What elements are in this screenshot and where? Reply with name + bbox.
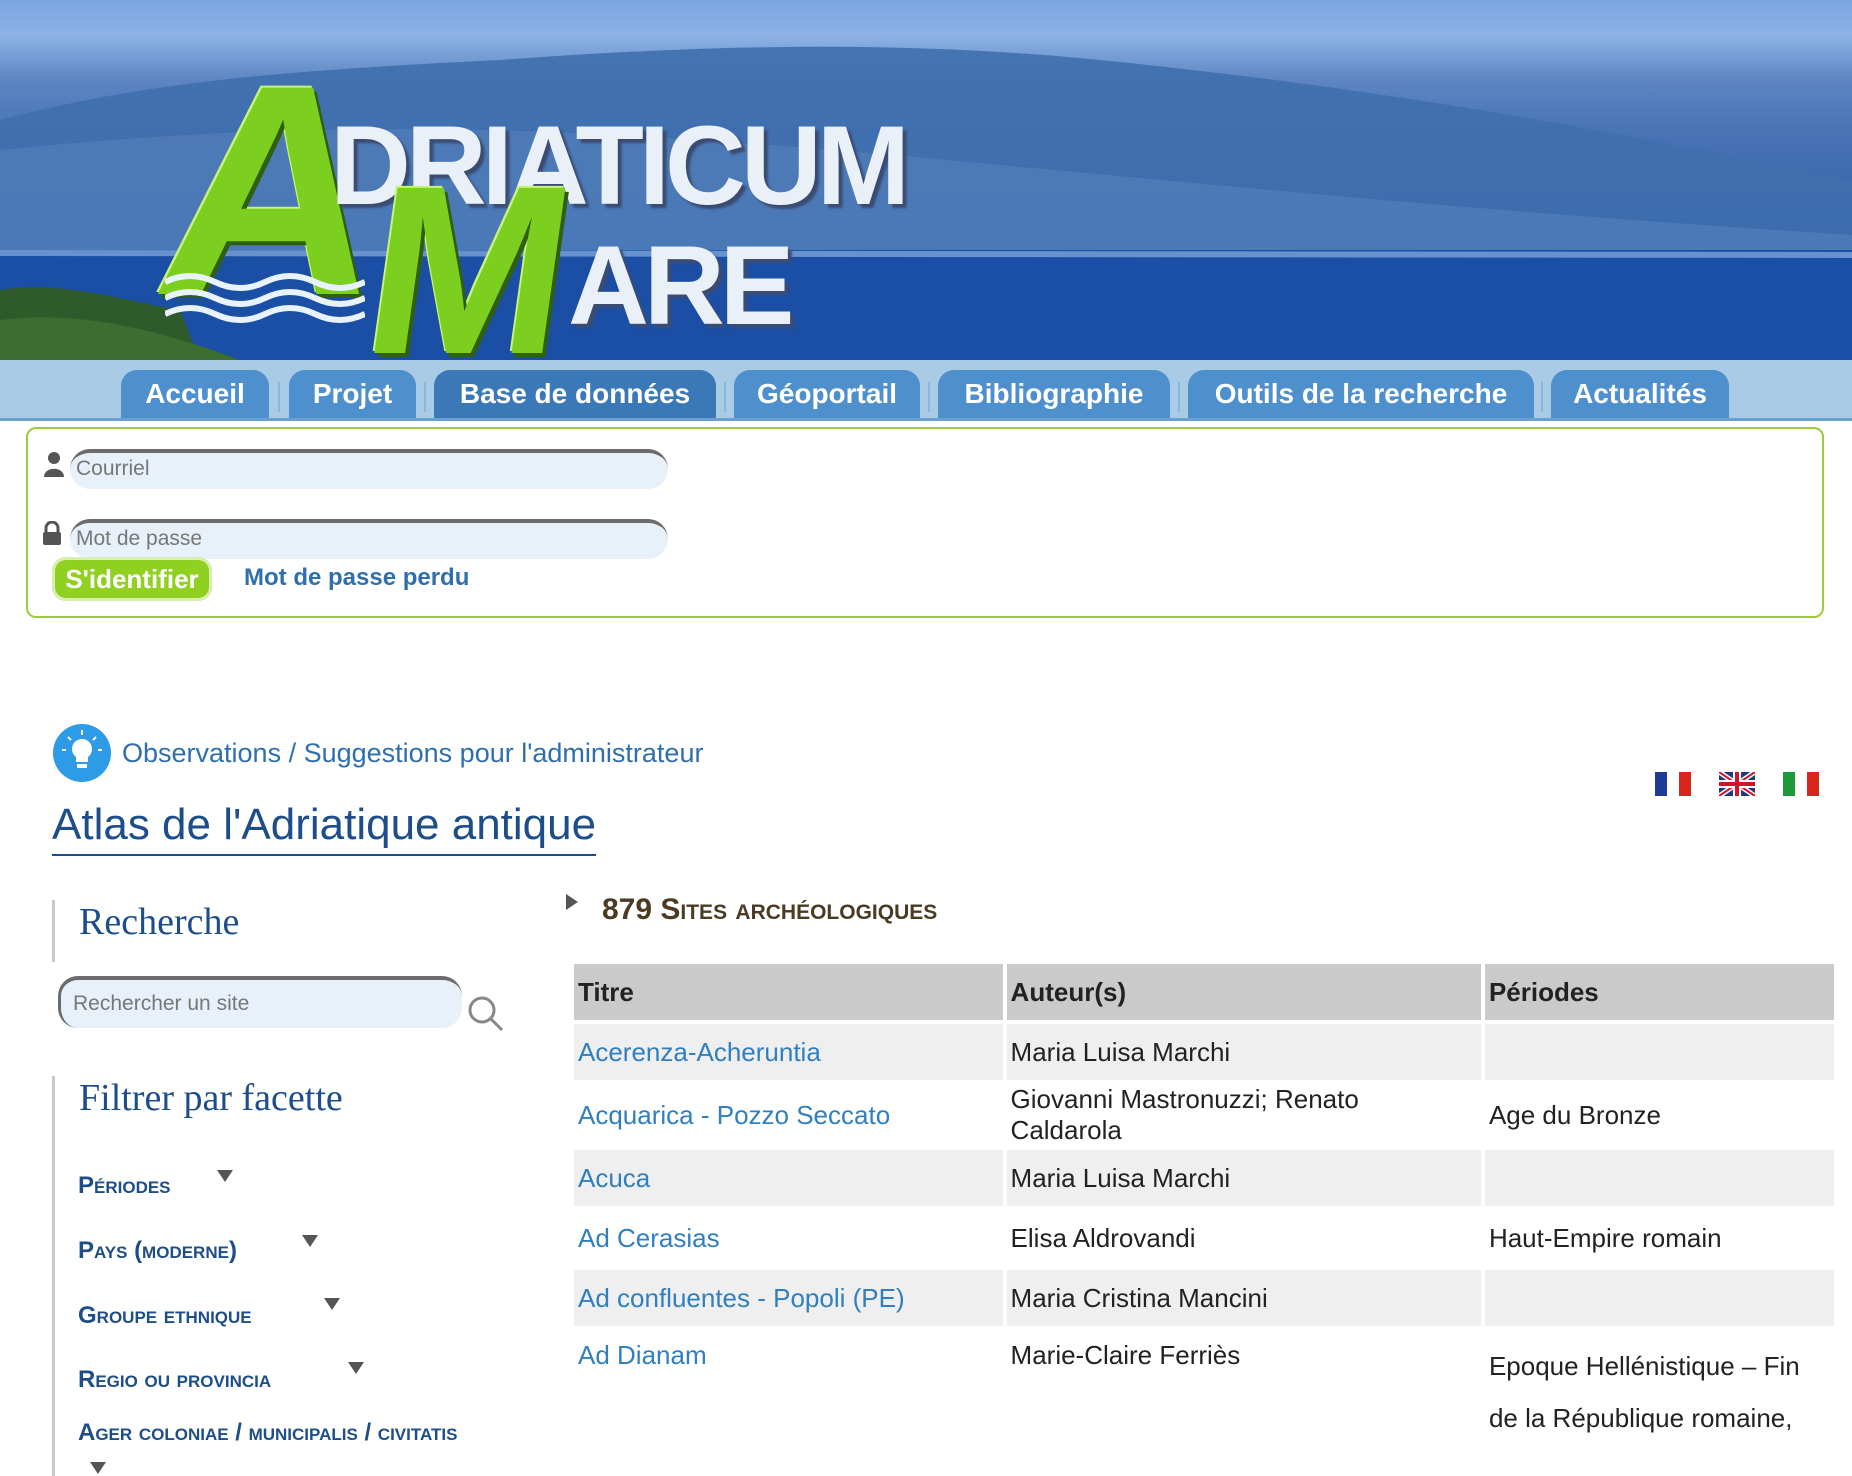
nav-tab-outils-recherche[interactable]: Outils de la recherche [1188, 370, 1534, 418]
facet-periodes[interactable]: Périodes [78, 1172, 171, 1200]
table-header-row: Titre Auteur(s) Périodes [574, 964, 1834, 1020]
caret-down-icon[interactable] [217, 1170, 233, 1182]
site-banner: A DRIATICUM M ARE [0, 0, 1852, 360]
site-title-link[interactable]: Ad confluentes - Popoli (PE) [574, 1270, 1003, 1326]
facet-block: Filtrer par facette [52, 1076, 343, 1476]
lock-icon [43, 521, 61, 545]
facet-ager[interactable]: Ager coloniae / municipalis / civitatis [78, 1419, 457, 1447]
nav-tab-geoportail[interactable]: Géoportail [734, 370, 920, 418]
facet-heading: Filtrer par facette [79, 1077, 343, 1119]
table-row: Ad Dianam Marie-Claire Ferriès Epoque He… [574, 1330, 1834, 1444]
site-search-input[interactable]: Rechercher un site [58, 976, 462, 1028]
facet-pays[interactable]: Pays (moderne) [78, 1237, 237, 1265]
nav-tab-bibliographie[interactable]: Bibliographie [938, 370, 1170, 418]
site-periods [1484, 1150, 1834, 1206]
nav-separator [724, 382, 726, 412]
site-periods [1484, 1270, 1834, 1326]
caret-down-icon[interactable] [348, 1362, 364, 1374]
site-author: Maria Luisa Marchi [1006, 1150, 1481, 1206]
nav-separator [928, 382, 930, 412]
feedback-link[interactable]: Observations / Suggestions pour l'admini… [122, 738, 703, 769]
column-header-periodes[interactable]: Périodes [1484, 964, 1834, 1020]
site-periods: Haut-Empire romain [1488, 1222, 1722, 1253]
facet-groupe-ethnique[interactable]: Groupe ethnique [78, 1302, 252, 1330]
site-periods: Age du Bronze [1488, 1099, 1661, 1130]
logo-letter-m: M [351, 136, 589, 360]
site-author: Giovanni Mastronuzzi; Renato Caldarola [1010, 1084, 1359, 1145]
logo-waves-icon [165, 273, 365, 323]
nav-separator [1178, 382, 1180, 412]
caret-down-icon[interactable] [90, 1462, 106, 1474]
nav-tab-base-de-donnees[interactable]: Base de données [434, 370, 716, 418]
site-author: Marie-Claire Ferriès [1010, 1340, 1241, 1370]
site-periods [1484, 1024, 1834, 1080]
results-table: Titre Auteur(s) Périodes Acerenza-Acheru… [570, 960, 1838, 1448]
results-count-heading: 879 Sites archéologiques [602, 893, 938, 926]
email-field[interactable]: Courriel [70, 449, 668, 489]
caret-down-icon[interactable] [324, 1298, 340, 1310]
nav-separator [278, 382, 280, 412]
main-nav: Accueil Projet Base de données Géoportai… [0, 360, 1852, 421]
it-flag-icon[interactable] [1783, 772, 1819, 796]
site-periods: Epoque Hellénistique – Fin de la Républi… [1488, 1351, 1800, 1433]
search-heading: Recherche [79, 901, 240, 943]
table-row: Ad Cerasias Elisa Aldrovandi Haut-Empire… [574, 1210, 1834, 1266]
login-box: Courriel Mot de passe S'identifier Mot d… [26, 427, 1824, 618]
site-title-link[interactable]: Acquarica - Pozzo Seccato [574, 1084, 1003, 1146]
site-title-link[interactable]: Acerenza-Acheruntia [574, 1024, 1003, 1080]
caret-down-icon[interactable] [302, 1235, 318, 1247]
nav-tab-actualites[interactable]: Actualités [1551, 370, 1729, 418]
logo-text-are: ARE [568, 223, 794, 348]
nav-tab-projet[interactable]: Projet [289, 370, 416, 418]
table-row: Acquarica - Pozzo Seccato Giovanni Mastr… [574, 1084, 1834, 1146]
signin-button[interactable]: S'identifier [52, 557, 212, 601]
nav-separator [424, 382, 426, 412]
site-title-link[interactable]: Ad Dianam [574, 1330, 1003, 1444]
site-author: Maria Luisa Marchi [1006, 1024, 1481, 1080]
uk-flag-icon[interactable] [1719, 772, 1755, 796]
table-row: Ad confluentes - Popoli (PE) Maria Crist… [574, 1270, 1834, 1326]
site-title-link[interactable]: Ad Cerasias [574, 1210, 1003, 1266]
fr-flag-icon[interactable] [1655, 772, 1691, 796]
nav-tab-accueil[interactable]: Accueil [121, 370, 269, 418]
site-title-link[interactable]: Acuca [574, 1150, 1003, 1206]
facet-regio-provincia[interactable]: Regio ou provincia [78, 1366, 271, 1394]
user-icon [44, 452, 64, 477]
password-field[interactable]: Mot de passe [70, 519, 668, 559]
nav-separator [1541, 382, 1543, 412]
lost-password-link[interactable]: Mot de passe perdu [244, 564, 469, 592]
feedback-link-row[interactable]: Observations / Suggestions pour l'admini… [52, 723, 703, 783]
site-author: Elisa Aldrovandi [1010, 1222, 1196, 1253]
collapse-triangle-icon[interactable] [566, 894, 578, 910]
column-header-auteurs[interactable]: Auteur(s) [1006, 964, 1481, 1020]
site-author: Maria Cristina Mancini [1006, 1270, 1481, 1326]
table-row: Acerenza-Acheruntia Maria Luisa Marchi [574, 1024, 1834, 1080]
search-icon[interactable] [466, 994, 506, 1034]
lightbulb-icon [53, 724, 111, 782]
table-row: Acuca Maria Luisa Marchi [574, 1150, 1834, 1206]
column-header-titre[interactable]: Titre [574, 964, 1003, 1020]
page-title: Atlas de l'Adriatique antique [52, 800, 597, 856]
search-block: Recherche [52, 900, 239, 962]
